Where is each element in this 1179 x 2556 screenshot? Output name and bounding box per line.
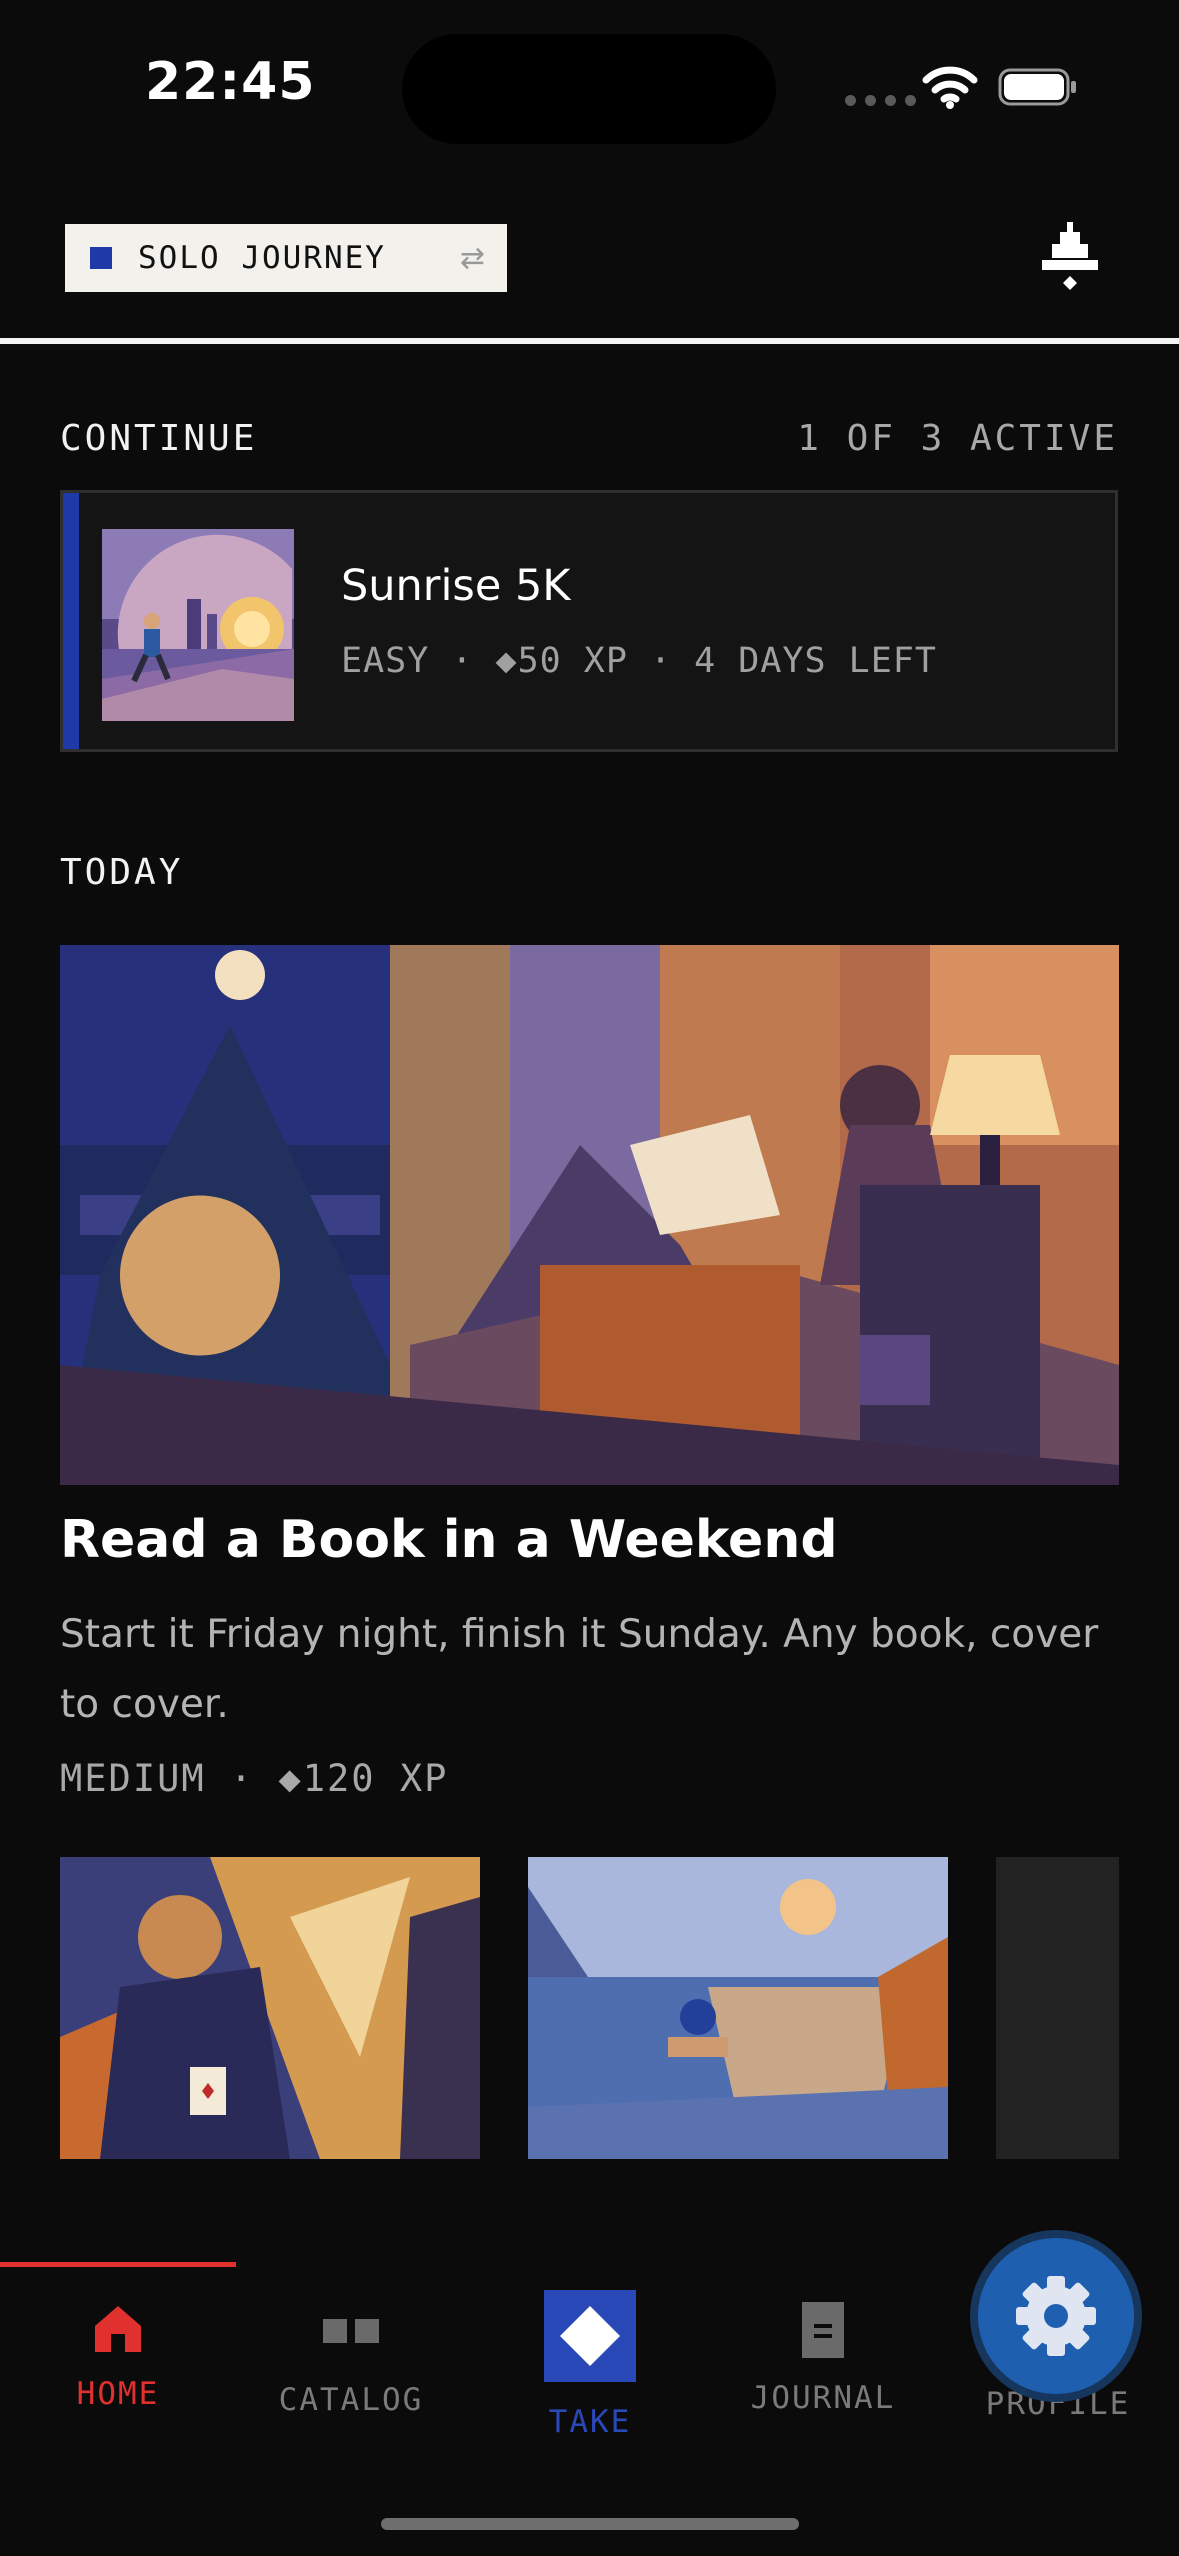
swap-icon: ⇄ xyxy=(459,240,485,276)
carousel-next-card[interactable] xyxy=(996,1857,1119,2159)
status-time: 22:45 xyxy=(145,52,316,112)
nav-active-indicator xyxy=(0,2262,236,2267)
nav-take[interactable]: TAKE xyxy=(472,2290,708,2440)
hero-meta: MEDIUM · ◆120 XP xyxy=(60,1757,449,1800)
challenge-meta: EASY · ◆50 XP · 4 DAYS LEFT xyxy=(341,641,937,681)
nav-home-label: HOME xyxy=(76,2376,160,2412)
swim-image[interactable] xyxy=(528,1857,948,2159)
journey-mode-switch[interactable]: SOLO JOURNEY ⇄ xyxy=(65,224,507,292)
card-trick-image[interactable] xyxy=(60,1857,480,2159)
nav-journal-label: JOURNAL xyxy=(750,2380,896,2416)
signal-icon xyxy=(845,95,916,106)
nav-home[interactable]: HOME xyxy=(0,2290,236,2412)
nav-catalog-label: CATALOG xyxy=(278,2382,424,2418)
hero-title[interactable]: Read a Book in a Weekend xyxy=(60,1510,838,1570)
catalog-icon xyxy=(323,2319,379,2343)
hero-image[interactable] xyxy=(60,945,1119,1485)
home-indicator xyxy=(381,2518,799,2530)
battery-icon xyxy=(998,68,1076,106)
nav-journal[interactable]: JOURNAL xyxy=(705,2290,941,2416)
card-accent-bar xyxy=(63,493,79,749)
header-divider xyxy=(0,338,1179,344)
home-icon xyxy=(95,2306,141,2352)
continue-heading: CONTINUE xyxy=(60,418,258,459)
dynamic-island xyxy=(402,34,776,144)
journal-icon xyxy=(802,2302,844,2358)
mode-label: SOLO JOURNEY xyxy=(138,240,386,276)
nav-take-label: TAKE xyxy=(548,2404,632,2440)
sunrise-5k-thumbnail xyxy=(102,529,294,721)
wifi-icon xyxy=(922,66,978,109)
settings-fab[interactable] xyxy=(978,2238,1134,2394)
hero-description: Start it Friday night, finish it Sunday.… xyxy=(60,1612,1099,1727)
active-count: 1 OF 3 ACTIVE xyxy=(797,418,1118,459)
challenge-title: Sunrise 5K xyxy=(341,561,571,611)
gear-icon xyxy=(1016,2276,1096,2356)
diamond-icon xyxy=(544,2290,636,2382)
today-heading: TODAY xyxy=(60,852,184,893)
continue-card[interactable]: Sunrise 5K EASY · ◆50 XP · 4 DAYS LEFT xyxy=(60,490,1118,752)
mode-color-square xyxy=(90,247,112,269)
nav-catalog[interactable]: CATALOG xyxy=(233,2290,469,2418)
bell-icon[interactable] xyxy=(1038,220,1102,296)
